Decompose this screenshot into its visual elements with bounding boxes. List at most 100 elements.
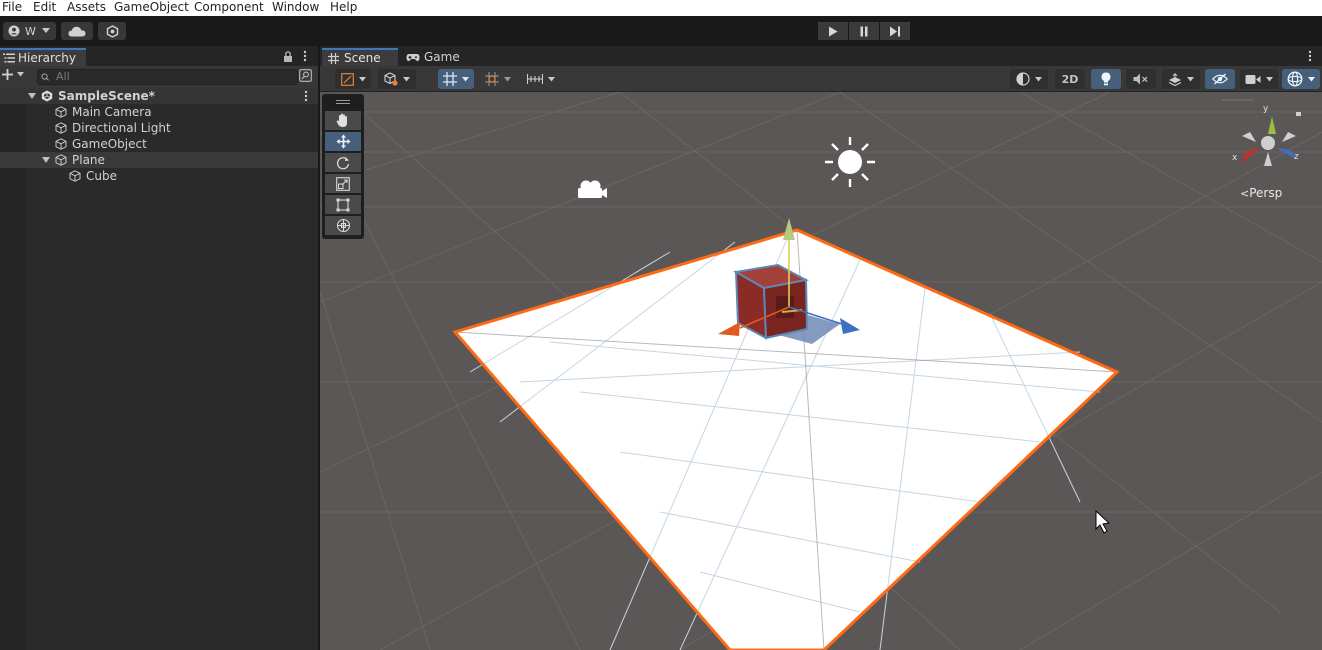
search-placeholder: All [56, 70, 70, 83]
camera-settings-dropdown[interactable] [1240, 69, 1278, 89]
search-icon [41, 73, 49, 81]
menu-gameobject[interactable]: GameObject [114, 0, 189, 15]
scene-row[interactable]: SampleScene* [0, 88, 318, 104]
hierarchy-item-label: Directional Light [72, 121, 171, 135]
hierarchy-item-label: Cube [86, 169, 117, 183]
gameobject-cube-icon [69, 170, 81, 182]
2d-toggle[interactable]: 2D [1055, 69, 1085, 89]
ruler-snap-dropdown[interactable] [523, 69, 559, 89]
grid-snap-icon [443, 72, 457, 86]
transform-combo-icon [336, 218, 350, 233]
video-camera-icon [1245, 74, 1261, 84]
account-dropdown[interactable]: W [3, 22, 56, 40]
chevron-down-icon [1035, 76, 1042, 81]
shading-mode-dropdown[interactable] [1010, 69, 1048, 89]
unity-scene-icon [41, 90, 53, 102]
gizmos-dropdown[interactable] [1282, 69, 1320, 89]
tab-game[interactable]: Game [404, 48, 466, 66]
step-icon [890, 26, 900, 36]
transform-tool[interactable] [325, 216, 361, 235]
cube-object[interactable] [733, 263, 809, 340]
audio-mute-icon [1133, 73, 1148, 85]
playback-controls [818, 22, 910, 40]
hierarchy-item-gameobject[interactable]: GameObject [0, 136, 318, 152]
scene-tab-bar: Scene Game [320, 46, 1322, 66]
cloud-button[interactable] [61, 22, 93, 40]
tab-scene[interactable]: Scene [322, 48, 398, 66]
scene-viewport[interactable]: y x z <Persp [320, 92, 1322, 650]
drag-handle[interactable] [336, 103, 350, 104]
lighting-toggle[interactable] [1091, 69, 1121, 89]
step-button[interactable] [880, 22, 910, 40]
grid-snap-toggle[interactable] [438, 69, 474, 89]
tool-rail [322, 94, 364, 239]
lock-icon[interactable] [283, 51, 293, 62]
effects-layers-icon [1168, 72, 1182, 86]
gizmo-axis-x-label: x [1232, 153, 1238, 163]
move-tool[interactable] [325, 132, 361, 151]
pause-icon [860, 26, 868, 36]
menu-file[interactable]: File [2, 0, 22, 15]
effects-dropdown[interactable] [1162, 69, 1200, 89]
menu-bar: File Edit Assets GameObject Component Wi… [0, 0, 1322, 16]
tab-game-label: Game [424, 50, 460, 64]
hierarchy-item-label: Main Camera [72, 105, 152, 119]
draw-mode-dropdown[interactable] [335, 69, 371, 89]
create-button[interactable] [2, 69, 24, 80]
render-mode-dropdown[interactable] [378, 69, 416, 89]
rotate-tool[interactable] [325, 153, 361, 172]
list-icon [3, 53, 15, 63]
sphere-icon [1016, 72, 1030, 86]
gameobject-cube-icon [55, 154, 67, 166]
hierarchy-search-field[interactable]: All [37, 69, 298, 85]
scale-icon [336, 176, 350, 191]
play-icon [829, 26, 838, 36]
hierarchy-toolbar: All [0, 66, 318, 88]
increment-snap-dropdown[interactable] [480, 69, 516, 89]
rect-tool[interactable] [325, 195, 361, 214]
menu-window[interactable]: Window [272, 0, 319, 15]
hand-tool[interactable] [325, 111, 361, 130]
chevron-down-icon [1308, 76, 1315, 81]
hierarchy-item-directional-light[interactable]: Directional Light [0, 120, 318, 136]
hierarchy-item-plane[interactable]: Plane [0, 152, 318, 168]
tab-hierarchy[interactable]: Hierarchy [0, 48, 86, 66]
chevron-down-icon [462, 76, 469, 81]
audio-toggle[interactable] [1126, 69, 1156, 89]
chevron-down-icon [358, 76, 366, 81]
drag-handle[interactable] [336, 100, 350, 101]
gameobject-cube-icon [55, 138, 67, 150]
menu-edit[interactable]: Edit [33, 0, 56, 15]
collab-icon [106, 24, 118, 38]
more-options-icon[interactable] [304, 90, 308, 102]
play-button[interactable] [818, 22, 848, 40]
directional-light-icon[interactable] [825, 137, 875, 187]
scale-tool[interactable] [325, 174, 361, 193]
hand-icon [336, 113, 347, 127]
chevron-down-icon [1266, 76, 1273, 81]
more-options-icon[interactable] [1308, 50, 1312, 62]
hierarchy-item-main-camera[interactable]: Main Camera [0, 104, 318, 120]
search-by-type-icon[interactable] [299, 69, 312, 82]
move-arrows-icon [336, 134, 350, 149]
perspective-label[interactable]: <Persp [1240, 186, 1282, 200]
menu-component[interactable]: Component [194, 0, 264, 15]
lightbulb-icon [1101, 72, 1111, 86]
chevron-down-icon [403, 76, 410, 81]
hierarchy-header: Hierarchy [0, 46, 318, 66]
shaded-mode-icon [340, 72, 354, 86]
pause-button[interactable] [849, 22, 879, 40]
gizmo-axis-y-label: y [1263, 104, 1269, 114]
hierarchy-item-cube[interactable]: Cube [0, 168, 318, 184]
hierarchy-item-label: Plane [72, 153, 105, 167]
gizmo-axis-z-label: z [1294, 152, 1299, 162]
chevron-down-icon[interactable] [42, 156, 50, 164]
more-options-icon[interactable] [303, 50, 307, 62]
scene-visibility-toggle[interactable] [1205, 69, 1235, 89]
menu-assets[interactable]: Assets [67, 0, 106, 15]
chevron-down-icon[interactable] [28, 92, 36, 100]
scene-name: SampleScene* [58, 89, 155, 103]
perspective-chevron-icon: < [1240, 187, 1250, 200]
menu-help[interactable]: Help [330, 0, 357, 15]
collab-button[interactable] [98, 22, 126, 40]
